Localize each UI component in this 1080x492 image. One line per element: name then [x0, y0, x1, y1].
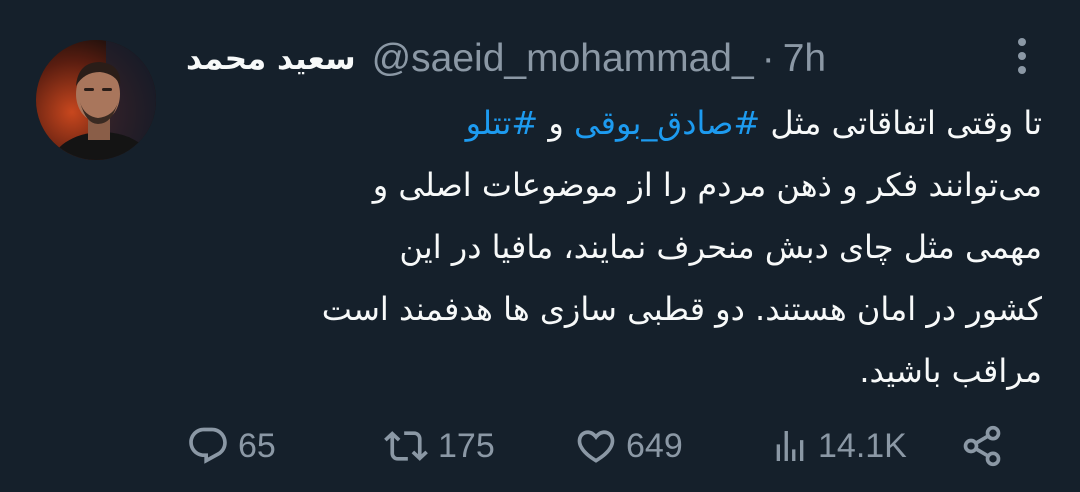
- more-dot-icon: [1018, 66, 1026, 74]
- tweet-line: می‌توانند فکر و ذهن مردم را از موضوعات ا…: [186, 154, 1042, 216]
- hashtag-link[interactable]: #تتلو: [466, 104, 539, 142]
- share-icon: [963, 425, 1001, 467]
- heart-icon: [577, 430, 615, 463]
- tweet-line: مراقب باشید.: [186, 340, 1042, 402]
- tweet-text-segment: کشور در امان هستند. دو قطبی سازی ها هدفم…: [321, 290, 1042, 328]
- avatar[interactable]: [36, 40, 156, 160]
- author-name[interactable]: سعید محمد: [186, 41, 356, 77]
- tweet-text: تا وقتی اتفاقاتی مثل #صادق_بوقی و #تتلو …: [186, 92, 1042, 402]
- separator-dot: ·: [761, 37, 775, 80]
- retweet-count: 175: [438, 426, 495, 465]
- more-options-button[interactable]: [1002, 34, 1042, 78]
- views-icon: [776, 431, 804, 461]
- more-dot-icon: [1018, 38, 1026, 46]
- tweet-line: مهمی مثل چای دبش منحرف نمایند، مافیا در …: [186, 216, 1042, 278]
- like-count: 649: [626, 426, 683, 465]
- tweet-line: کشور در امان هستند. دو قطبی سازی ها هدفم…: [186, 278, 1042, 340]
- tweet-line: تا وقتی اتفاقاتی مثل #صادق_بوقی و #تتلو: [186, 92, 1042, 154]
- reply-count: 65: [238, 426, 276, 465]
- retweet-icon: [384, 431, 428, 461]
- reply-button[interactable]: 65: [186, 418, 276, 474]
- avatar-image: [36, 40, 156, 160]
- tweet-text-segment: و: [538, 104, 574, 142]
- tweet-text-segment: تا وقتی اتفاقاتی مثل: [760, 104, 1042, 142]
- more-dot-icon: [1018, 52, 1026, 60]
- views-count: 14.1K: [818, 426, 907, 465]
- like-button[interactable]: 649: [574, 418, 683, 474]
- reply-icon: [189, 427, 227, 464]
- tweet-timestamp[interactable]: 7h: [783, 37, 826, 81]
- retweet-button[interactable]: 175: [382, 418, 495, 474]
- hashtag-link[interactable]: #صادق_بوقی: [574, 104, 760, 142]
- tweet-text-segment: مراقب باشید.: [859, 352, 1042, 390]
- views-button[interactable]: 14.1K: [770, 418, 907, 474]
- tweet-header: سعید محمد @saeid_mohammad_ · 7h: [186, 32, 826, 86]
- tweet-text-segment: مهمی مثل چای دبش منحرف نمایند، مافیا در …: [399, 228, 1042, 266]
- author-handle[interactable]: @saeid_mohammad_: [372, 37, 754, 81]
- tweet-card[interactable]: سعید محمد @saeid_mohammad_ · 7h تا وقتی …: [0, 0, 1080, 492]
- share-button[interactable]: [960, 418, 1004, 474]
- tweet-text-segment: می‌توانند فکر و ذهن مردم را از موضوعات ا…: [372, 166, 1042, 204]
- tweet-actions: 65 175 649 14.1K: [186, 418, 1026, 474]
